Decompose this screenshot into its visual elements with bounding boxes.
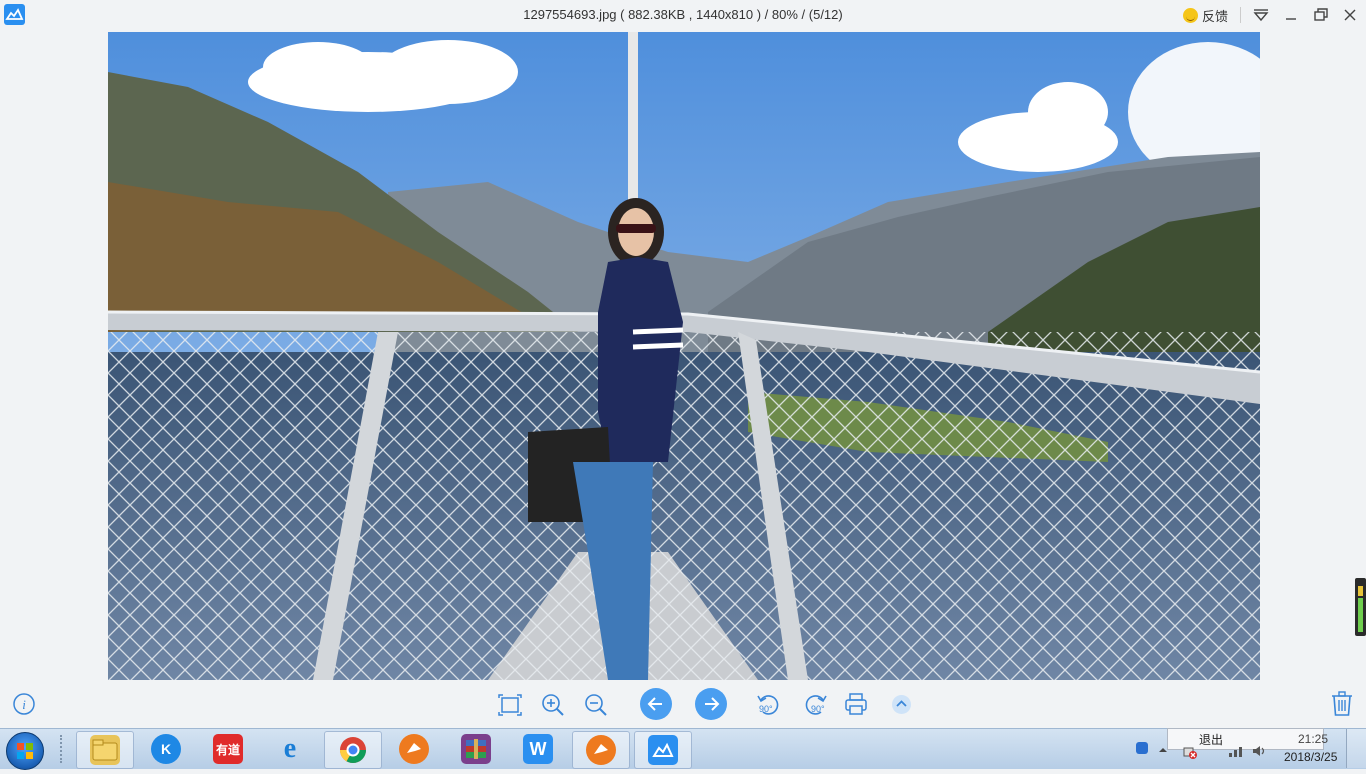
trash-icon[interactable]: [1329, 690, 1355, 718]
rotate-left-icon[interactable]: 90°: [755, 690, 783, 718]
viewer-toolbar: i 90° 90°: [0, 682, 1366, 728]
restore-icon[interactable]: [1311, 5, 1331, 25]
taskbar-fox-app-2[interactable]: [572, 731, 630, 769]
feedback-button[interactable]: 反馈: [1183, 6, 1228, 25]
tooltip-text: 退出: [1199, 733, 1224, 747]
taskbar-fox-app[interactable]: [386, 731, 442, 767]
photo-image: [108, 32, 1260, 680]
dropdown-icon[interactable]: [1251, 5, 1271, 25]
feedback-label: 反馈: [1202, 9, 1229, 24]
show-desktop-button[interactable]: [1346, 729, 1366, 768]
taskbar-grip: [60, 735, 66, 763]
close-icon[interactable]: [1340, 5, 1360, 25]
signal-icon[interactable]: [1228, 744, 1246, 758]
smiley-icon: [1183, 8, 1198, 23]
image-viewer-icon: [648, 735, 678, 765]
start-button[interactable]: [6, 732, 44, 770]
print-icon[interactable]: [843, 691, 869, 717]
svg-text:i: i: [22, 697, 26, 712]
minimize-icon[interactable]: [1281, 5, 1301, 25]
taskbar-internet-explorer[interactable]: e: [262, 731, 318, 767]
fox-icon: [399, 734, 429, 764]
chrome-icon: [338, 735, 368, 765]
rotate-left-label: 90°: [759, 704, 773, 714]
taskbar-image-viewer[interactable]: [634, 731, 692, 769]
taskbar-k-app[interactable]: K: [138, 731, 194, 767]
winrar-icon: [461, 734, 491, 764]
bluetooth-tray-icon[interactable]: [1135, 741, 1149, 755]
clock-time[interactable]: 21:25: [1298, 732, 1328, 746]
windows-taskbar: K 有道 e W: [0, 728, 1366, 770]
volume-icon[interactable]: [1252, 744, 1268, 758]
title-bar: 1297554693.jpg ( 882.38KB , 1440x810 ) /…: [0, 0, 1366, 30]
wps-icon: W: [523, 734, 553, 764]
next-icon[interactable]: [695, 688, 727, 720]
taskbar-file-explorer[interactable]: [76, 731, 134, 769]
k-app-icon: K: [151, 734, 181, 764]
taskbar-winrar[interactable]: [448, 731, 504, 767]
photo-canvas[interactable]: [108, 32, 1260, 680]
rotate-right-label: 90°: [811, 704, 825, 714]
zoom-in-icon[interactable]: [540, 692, 566, 718]
side-meter-widget: [1355, 578, 1366, 636]
info-icon[interactable]: i: [12, 692, 36, 716]
window-title: 1297554693.jpg ( 882.38KB , 1440x810 ) /…: [523, 7, 843, 22]
network-error-icon[interactable]: [1183, 745, 1197, 759]
youdao-icon: 有道: [213, 734, 243, 764]
taskbar-chrome[interactable]: [324, 731, 382, 769]
previous-icon[interactable]: [640, 688, 672, 720]
fit-screen-icon[interactable]: [497, 692, 523, 718]
zoom-out-icon[interactable]: [583, 692, 609, 718]
fox-icon-2: [586, 735, 616, 765]
taskbar-wps[interactable]: W: [510, 731, 566, 767]
clock-date[interactable]: 2018/3/25: [1284, 750, 1337, 764]
expand-up-icon[interactable]: [892, 695, 911, 714]
folder-icon: [90, 735, 120, 765]
ie-icon: e: [283, 733, 297, 764]
title-separator: [1240, 7, 1241, 23]
rotate-right-icon[interactable]: 90°: [801, 690, 829, 718]
taskbar-youdao[interactable]: 有道: [200, 731, 256, 767]
